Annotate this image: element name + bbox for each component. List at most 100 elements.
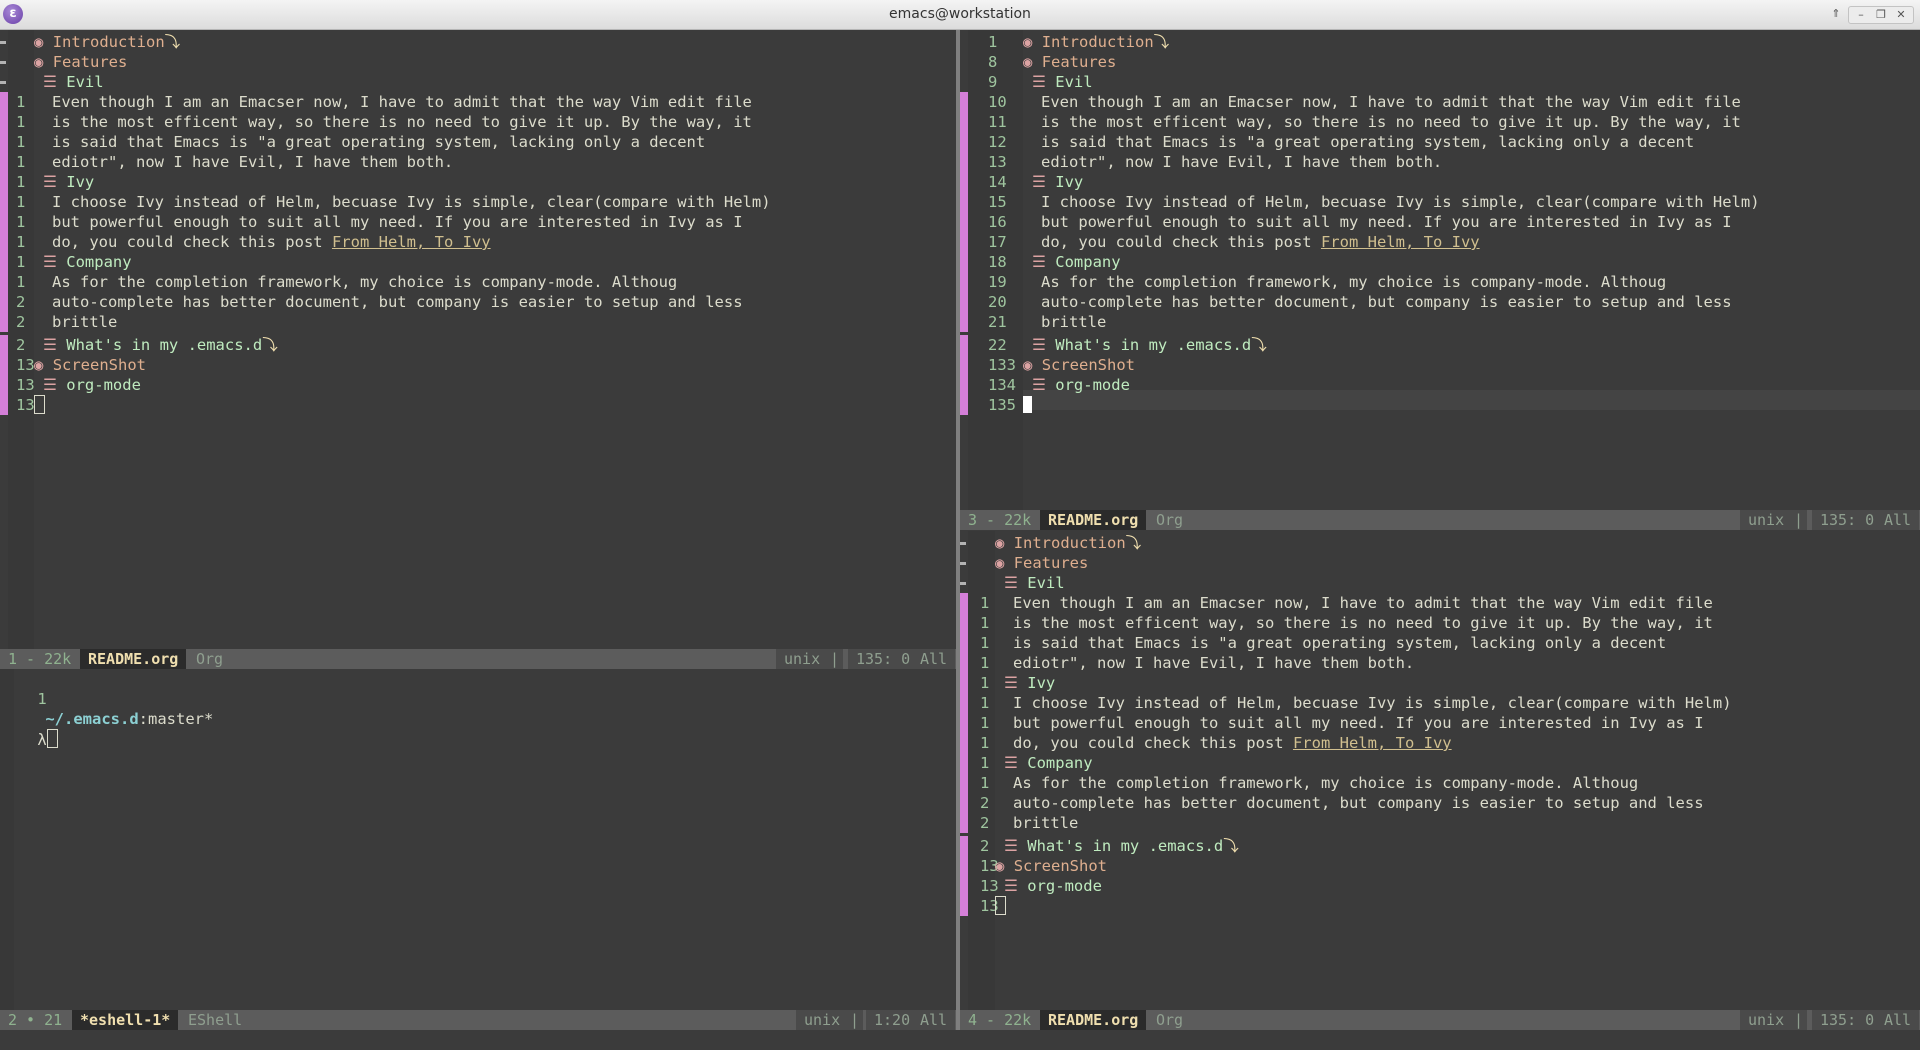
org-heading[interactable]: ☰ Ivy — [1032, 172, 1083, 192]
heading-bullet-icon[interactable]: ◉ — [34, 33, 43, 51]
subheading-bullet-icon[interactable]: ☰ — [1032, 73, 1046, 91]
paragraph-text: is the most efficent way, so there is no… — [52, 113, 752, 131]
modeline-major-mode[interactable]: EShell — [180, 1010, 250, 1030]
text-cursor — [34, 395, 45, 414]
org-heading[interactable]: ☰ Evil — [1004, 573, 1065, 593]
modeline-buffer-name[interactable]: README.org — [80, 649, 187, 669]
org-link[interactable]: From Helm, To Ivy — [1321, 233, 1480, 251]
window-eshell[interactable]: 1 ~/.emacs.d:master* λ — [0, 669, 956, 1010]
subheading-bullet-icon[interactable]: ☰ — [43, 336, 57, 354]
org-heading[interactable]: ☰ What's in my .emacs.d⤵ — [1032, 335, 1267, 355]
maximize-icon[interactable]: ❐ — [1871, 7, 1891, 23]
org-paragraph-line: but powerful enough to suit all my need.… — [52, 212, 743, 232]
eshell-prompt-line[interactable]: 1 ~/.emacs.d:master* λ — [0, 669, 213, 749]
diff-marker — [0, 92, 8, 112]
heading-bullet-icon[interactable]: ◉ — [34, 356, 43, 374]
subheading-bullet-icon[interactable]: ☰ — [43, 253, 57, 271]
diff-marker — [960, 272, 968, 292]
folded-ellipsis-icon[interactable]: ⤵ — [262, 336, 278, 354]
heading-bullet-icon[interactable]: ◉ — [1023, 356, 1032, 374]
subheading-bullet-icon[interactable]: ☰ — [1032, 253, 1046, 271]
minimize-icon[interactable]: – — [1851, 7, 1871, 23]
heading-bullet-icon[interactable]: ◉ — [1023, 33, 1032, 51]
org-heading[interactable]: ☰ Company — [1032, 252, 1121, 272]
heading-bullet-icon[interactable]: ◉ — [34, 53, 43, 71]
org-heading[interactable]: ◉ ScreenShot — [1023, 355, 1135, 375]
subheading-bullet-icon[interactable]: ☰ — [1032, 173, 1046, 191]
shade-icon[interactable]: ⇑ — [1826, 6, 1846, 22]
modeline-major-mode[interactable]: Org — [188, 649, 231, 669]
window-top-right[interactable]: 1 8 9 10 11 12 13 14 15 16 17 18 19 20 21 22 133 134 135 ◉… — [960, 30, 1920, 510]
modeline-bottom-right[interactable]: 4 - 22k README.org Org unix | 135: 0 All — [960, 1010, 1920, 1030]
folded-ellipsis-icon[interactable]: ⤵ — [1223, 837, 1239, 855]
line-number: 1 — [16, 173, 26, 191]
window-bottom-right[interactable]: 1 1 1 1 1 1 1 1 1 1 2 2 2 13 13 13 ◉ Introduction⤵ ◉ Fea… — [960, 531, 1920, 1010]
org-heading[interactable]: ☰ Company — [1004, 753, 1093, 773]
heading-text: Ivy — [1027, 674, 1056, 692]
subheading-bullet-icon[interactable]: ☰ — [1004, 877, 1018, 895]
close-icon[interactable]: ✕ — [1891, 7, 1911, 23]
diff-marker — [0, 312, 8, 332]
modeline-major-mode[interactable]: Org — [1148, 1010, 1191, 1030]
cursor-line[interactable] — [995, 896, 1006, 916]
cursor-line[interactable] — [34, 395, 45, 415]
org-heading[interactable]: ◉ ScreenShot — [995, 856, 1107, 876]
org-heading[interactable]: ☰ org-mode — [43, 375, 141, 395]
modeline-buffer-name[interactable]: README.org — [1040, 1010, 1147, 1030]
org-heading[interactable]: ☰ Company — [43, 252, 132, 272]
org-buffer-content[interactable]: ◉ Introduction⤵ ◉ Features ☰ Evil Even thou… — [995, 531, 1920, 1010]
heading-bullet-icon[interactable]: ◉ — [1023, 53, 1032, 71]
org-heading[interactable]: ◉ Features — [1023, 52, 1116, 72]
org-heading[interactable]: ◉ Features — [995, 553, 1088, 573]
modeline-major-mode[interactable]: Org — [1148, 510, 1191, 530]
minibuffer[interactable] — [0, 1030, 1920, 1050]
heading-bullet-icon[interactable]: ◉ — [995, 857, 1004, 875]
subheading-bullet-icon[interactable]: ☰ — [43, 73, 57, 91]
heading-bullet-icon[interactable]: ◉ — [995, 534, 1004, 552]
subheading-bullet-icon[interactable]: ☰ — [1032, 336, 1046, 354]
line-number: 1 — [16, 253, 26, 271]
paragraph-text: ediotr", now I have Evil, I have them bo… — [1013, 654, 1415, 672]
org-buffer-content[interactable]: ◉ Introduction⤵ ◉ Features ☰ Evil Even thou… — [1023, 30, 1920, 510]
org-heading[interactable]: ◉ Introduction⤵ — [1023, 32, 1169, 52]
org-heading[interactable]: ☰ Ivy — [1004, 673, 1055, 693]
org-paragraph-line: As for the completion framework, my choi… — [1013, 773, 1638, 793]
org-heading[interactable]: ◉ Introduction⤵ — [995, 533, 1141, 553]
window-top-left[interactable]: 1 1 1 1 1 1 1 1 1 1 2 2 2 13 13 13 ◉ Introduction⤵ ◉ Fea… — [0, 30, 956, 650]
modeline-top-left[interactable]: 1 - 22k README.org Org unix | 135: 0 All — [0, 649, 956, 669]
org-heading[interactable]: ☰ Evil — [43, 72, 104, 92]
subheading-bullet-icon[interactable]: ☰ — [1004, 574, 1018, 592]
folded-ellipsis-icon[interactable]: ⤵ — [1154, 33, 1170, 51]
line-number: 13 — [16, 356, 35, 374]
org-paragraph-line: auto-complete has better document, but c… — [1013, 793, 1704, 813]
org-heading[interactable]: ☰ Evil — [1032, 72, 1093, 92]
folded-ellipsis-icon[interactable]: ⤵ — [1126, 534, 1142, 552]
subheading-bullet-icon[interactable]: ☰ — [1004, 674, 1018, 692]
subheading-bullet-icon[interactable]: ☰ — [1004, 837, 1018, 855]
modeline-top-right[interactable]: 3 - 22k README.org Org unix | 135: 0 All — [960, 510, 1920, 530]
org-heading[interactable]: ☰ org-mode — [1032, 375, 1130, 395]
org-heading[interactable]: ☰ What's in my .emacs.d⤵ — [1004, 836, 1239, 856]
cursor-line[interactable] — [1023, 395, 1032, 415]
paragraph-text: Even though I am an Emacser now, I have … — [1041, 93, 1741, 111]
subheading-bullet-icon[interactable]: ☰ — [43, 173, 57, 191]
diff-marker — [0, 232, 8, 252]
subheading-bullet-icon[interactable]: ☰ — [1004, 754, 1018, 772]
org-heading[interactable]: ◉ Introduction⤵ — [34, 32, 180, 52]
heading-bullet-icon[interactable]: ◉ — [995, 554, 1004, 572]
subheading-bullet-icon[interactable]: ☰ — [43, 376, 57, 394]
org-heading[interactable]: ☰ org-mode — [1004, 876, 1102, 896]
org-link[interactable]: From Helm, To Ivy — [332, 233, 491, 251]
folded-ellipsis-icon[interactable]: ⤵ — [1251, 336, 1267, 354]
org-buffer-content[interactable]: ◉ Introduction⤵ ◉ Features ☰ Evil Even thou… — [34, 30, 956, 650]
modeline-buffer-name[interactable]: *eshell-1* — [72, 1010, 179, 1030]
org-heading[interactable]: ◉ ScreenShot — [34, 355, 146, 375]
modeline-eshell[interactable]: 2 • 21 *eshell-1* EShell unix | 1:20 All — [0, 1010, 956, 1030]
org-heading[interactable]: ◉ Features — [34, 52, 127, 72]
org-link[interactable]: From Helm, To Ivy — [1293, 734, 1452, 752]
modeline-buffer-name[interactable]: README.org — [1040, 510, 1147, 530]
subheading-bullet-icon[interactable]: ☰ — [1032, 376, 1046, 394]
folded-ellipsis-icon[interactable]: ⤵ — [165, 33, 181, 51]
org-heading[interactable]: ☰ Ivy — [43, 172, 94, 192]
org-heading[interactable]: ☰ What's in my .emacs.d⤵ — [43, 335, 278, 355]
